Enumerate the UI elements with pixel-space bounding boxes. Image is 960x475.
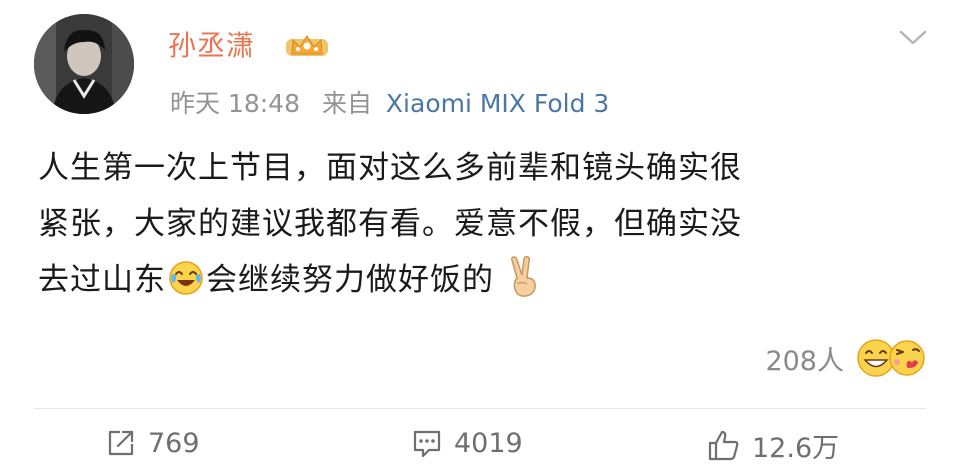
- comment-button[interactable]: 4019: [410, 426, 523, 460]
- share-icon: [108, 430, 134, 456]
- content-line: 人生第一次上节目，面对这么多前辈和镜头确实很: [38, 150, 742, 186]
- chevron-down-icon[interactable]: [898, 28, 928, 48]
- repost-count: 769: [148, 427, 200, 459]
- crown-badge-icon: [286, 35, 328, 56]
- content-line-last: 去过山东 会继续努力做好饭的: [38, 252, 918, 308]
- reaction-count: 208人: [765, 345, 844, 377]
- reactions-summary[interactable]: 208人: [765, 338, 926, 378]
- username[interactable]: 孙丞潇: [168, 24, 255, 64]
- content-text: 去过山东: [38, 262, 166, 298]
- thumbs-up-icon: [708, 430, 739, 460]
- post-time: 昨天 18:48: [170, 89, 300, 118]
- like-button[interactable]: 12.6万: [706, 426, 839, 465]
- like-count: 12.6万: [752, 433, 840, 464]
- victory-hand-emoji-icon: [511, 256, 536, 297]
- avatar[interactable]: [34, 14, 134, 114]
- content-line: 紧张，大家的建议我都有看。爱意不假，但确实没: [38, 206, 742, 242]
- post-content: 人生第一次上节目，面对这么多前辈和镜头确实很 紧张，大家的建议我都有看。爱意不假…: [38, 140, 918, 308]
- divider: [34, 408, 926, 409]
- repost-button[interactable]: 769: [104, 426, 200, 460]
- source-prefix: 来自: [321, 89, 372, 118]
- laugh-cry-emoji-icon: [169, 261, 203, 295]
- content-text-tail: 会继续努力做好饭的: [206, 262, 494, 298]
- comment-icon: [413, 430, 441, 458]
- comment-count: 4019: [454, 427, 523, 459]
- kiss-emoji-icon: [889, 340, 925, 376]
- device-link[interactable]: Xiaomi MIX Fold 3: [386, 89, 609, 118]
- avatar-image: [34, 14, 134, 114]
- post-meta: 昨天 18:48 来自 Xiaomi MIX Fold 3: [170, 84, 609, 120]
